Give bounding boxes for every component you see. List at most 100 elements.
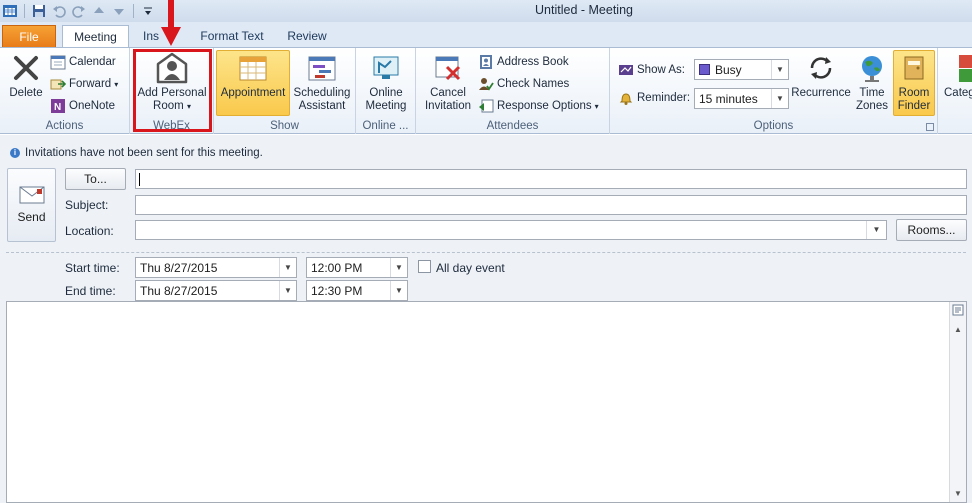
time-zones-button[interactable]: Time Zones bbox=[852, 51, 892, 113]
forward-dropdown-icon: ▾ bbox=[114, 79, 119, 89]
subject-label: Subject: bbox=[65, 198, 109, 212]
show-as-select[interactable]: Busy ▼ bbox=[694, 59, 789, 80]
group-online-meeting: Online Meeting Online ... bbox=[356, 48, 416, 134]
response-options-icon bbox=[478, 98, 494, 114]
send-button[interactable]: Send bbox=[7, 168, 56, 242]
forward-button[interactable]: Forward ▾ bbox=[50, 76, 118, 92]
cancel-invitation-button[interactable]: Cancel Invitation bbox=[420, 51, 476, 113]
end-time-value: 12:30 PM bbox=[311, 283, 363, 298]
location-value bbox=[136, 221, 866, 239]
forward-icon bbox=[50, 76, 66, 92]
info-bar: i Invitations have not been sent for thi… bbox=[10, 147, 263, 159]
recurrence-icon bbox=[804, 51, 838, 85]
calendar-icon bbox=[50, 54, 66, 70]
location-field[interactable]: ▼ bbox=[135, 220, 887, 240]
address-book-icon bbox=[478, 54, 494, 70]
rooms-button[interactable]: Rooms... bbox=[896, 219, 967, 241]
group-tags: Categ bbox=[938, 48, 972, 134]
bell-icon bbox=[618, 90, 634, 106]
end-time-label: End time: bbox=[65, 284, 116, 298]
location-dropdown-icon[interactable]: ▼ bbox=[866, 221, 886, 239]
scroll-down-icon[interactable]: ▼ bbox=[950, 486, 966, 502]
end-date-dropdown-icon[interactable]: ▼ bbox=[279, 281, 296, 300]
calendar-label: Calendar bbox=[69, 56, 116, 68]
delete-icon bbox=[9, 51, 43, 85]
reminder-dropdown-icon[interactable]: ▼ bbox=[771, 89, 788, 108]
show-as-icon bbox=[618, 62, 634, 78]
online-meeting-icon bbox=[369, 51, 403, 85]
start-date-value: Thu 8/27/2015 bbox=[140, 260, 218, 275]
room-finder-label-2: Finder bbox=[897, 100, 931, 112]
time-zones-label-1: Time bbox=[859, 87, 885, 99]
group-show: Appointment Scheduling Assistant Show bbox=[214, 48, 356, 134]
end-time-dropdown-icon[interactable]: ▼ bbox=[390, 281, 407, 300]
svg-text:N: N bbox=[54, 102, 61, 113]
categorize-button[interactable]: Categ bbox=[944, 51, 972, 100]
time-zones-label-2: Zones bbox=[856, 100, 888, 112]
to-button[interactable]: To... bbox=[65, 168, 126, 190]
location-label: Location: bbox=[65, 224, 114, 238]
categorize-icon bbox=[944, 51, 972, 85]
scheduling-label-1: Scheduling bbox=[293, 87, 351, 99]
delete-button[interactable]: Delete bbox=[6, 51, 46, 100]
tab-format-text[interactable]: Format Text bbox=[196, 25, 268, 48]
annotation-highlight-box bbox=[133, 49, 212, 132]
address-book-label: Address Book bbox=[497, 56, 569, 68]
to-field[interactable] bbox=[135, 169, 967, 189]
start-time-select[interactable]: 12:00 PM ▼ bbox=[306, 257, 408, 278]
busy-swatch-icon bbox=[699, 64, 710, 75]
scheduling-view-icon[interactable] bbox=[950, 304, 966, 320]
room-finder-button[interactable]: Room Finder bbox=[893, 51, 935, 113]
scheduling-assistant-button[interactable]: Scheduling Assistant bbox=[290, 51, 354, 113]
reminder-text: Reminder: bbox=[637, 92, 691, 104]
recurrence-button[interactable]: Recurrence bbox=[790, 51, 852, 100]
check-names-button[interactable]: Check Names bbox=[478, 76, 569, 92]
room-finder-label-1: Room bbox=[898, 87, 930, 99]
start-date-picker[interactable]: Thu 8/27/2015 ▼ bbox=[135, 257, 297, 278]
title-bar: Untitled - Meeting bbox=[0, 0, 972, 22]
all-day-event-label: All day event bbox=[436, 261, 505, 275]
reminder-label: Reminder: bbox=[618, 90, 690, 106]
onenote-button[interactable]: N OneNote bbox=[50, 98, 115, 114]
room-finder-icon bbox=[897, 51, 931, 85]
tab-review[interactable]: Review bbox=[280, 25, 334, 48]
address-book-button[interactable]: Address Book bbox=[478, 54, 569, 70]
vertical-scrollbar[interactable]: ▲ ▼ bbox=[949, 302, 966, 502]
onenote-label: OneNote bbox=[69, 100, 116, 112]
start-time-value: 12:00 PM bbox=[311, 260, 363, 275]
group-options: Show As: Busy ▼ Reminder: 15 minutes ▼ R… bbox=[610, 48, 938, 134]
message-body[interactable]: ▲ ▼ bbox=[6, 301, 967, 503]
start-time-dropdown-icon[interactable]: ▼ bbox=[390, 258, 407, 277]
options-dialog-launcher-icon[interactable] bbox=[926, 123, 934, 131]
start-date-dropdown-icon[interactable]: ▼ bbox=[279, 258, 296, 277]
forward-label: Forward bbox=[69, 78, 112, 90]
delete-label: Delete bbox=[9, 87, 43, 99]
show-as-dropdown-icon[interactable]: ▼ bbox=[771, 60, 788, 79]
globe-icon bbox=[855, 51, 889, 85]
calendar-button[interactable]: Calendar bbox=[50, 54, 116, 70]
group-actions: Delete Calendar Forward ▾ N OneNote Acti… bbox=[0, 48, 130, 134]
options-group-label: Options bbox=[753, 120, 794, 132]
text-caret bbox=[139, 173, 140, 186]
response-options-label: Response Options bbox=[497, 100, 592, 112]
attendees-group-label: Attendees bbox=[486, 120, 539, 132]
online-meeting-label-1: Online bbox=[369, 87, 403, 99]
online-group-label: Online ... bbox=[362, 120, 409, 132]
scheduling-assistant-icon bbox=[305, 51, 339, 85]
tab-file[interactable]: File bbox=[2, 25, 56, 48]
appointment-label: Appointment bbox=[220, 87, 286, 99]
all-day-event-checkbox[interactable] bbox=[418, 260, 431, 273]
reminder-select[interactable]: 15 minutes ▼ bbox=[694, 88, 789, 109]
check-names-label: Check Names bbox=[497, 78, 570, 90]
appointment-button[interactable]: Appointment bbox=[216, 51, 290, 100]
scroll-up-icon[interactable]: ▲ bbox=[950, 322, 966, 338]
online-meeting-button[interactable]: Online Meeting bbox=[358, 51, 414, 113]
end-date-picker[interactable]: Thu 8/27/2015 ▼ bbox=[135, 280, 297, 301]
response-options-button[interactable]: Response Options ▾ bbox=[478, 98, 599, 114]
annotation-arrow-icon bbox=[161, 0, 181, 46]
subject-field[interactable] bbox=[135, 195, 967, 215]
start-time-label: Start time: bbox=[65, 261, 120, 275]
tab-meeting[interactable]: Meeting bbox=[62, 25, 129, 49]
end-time-select[interactable]: 12:30 PM ▼ bbox=[306, 280, 408, 301]
info-message: Invitations have not been sent for this … bbox=[25, 147, 263, 159]
